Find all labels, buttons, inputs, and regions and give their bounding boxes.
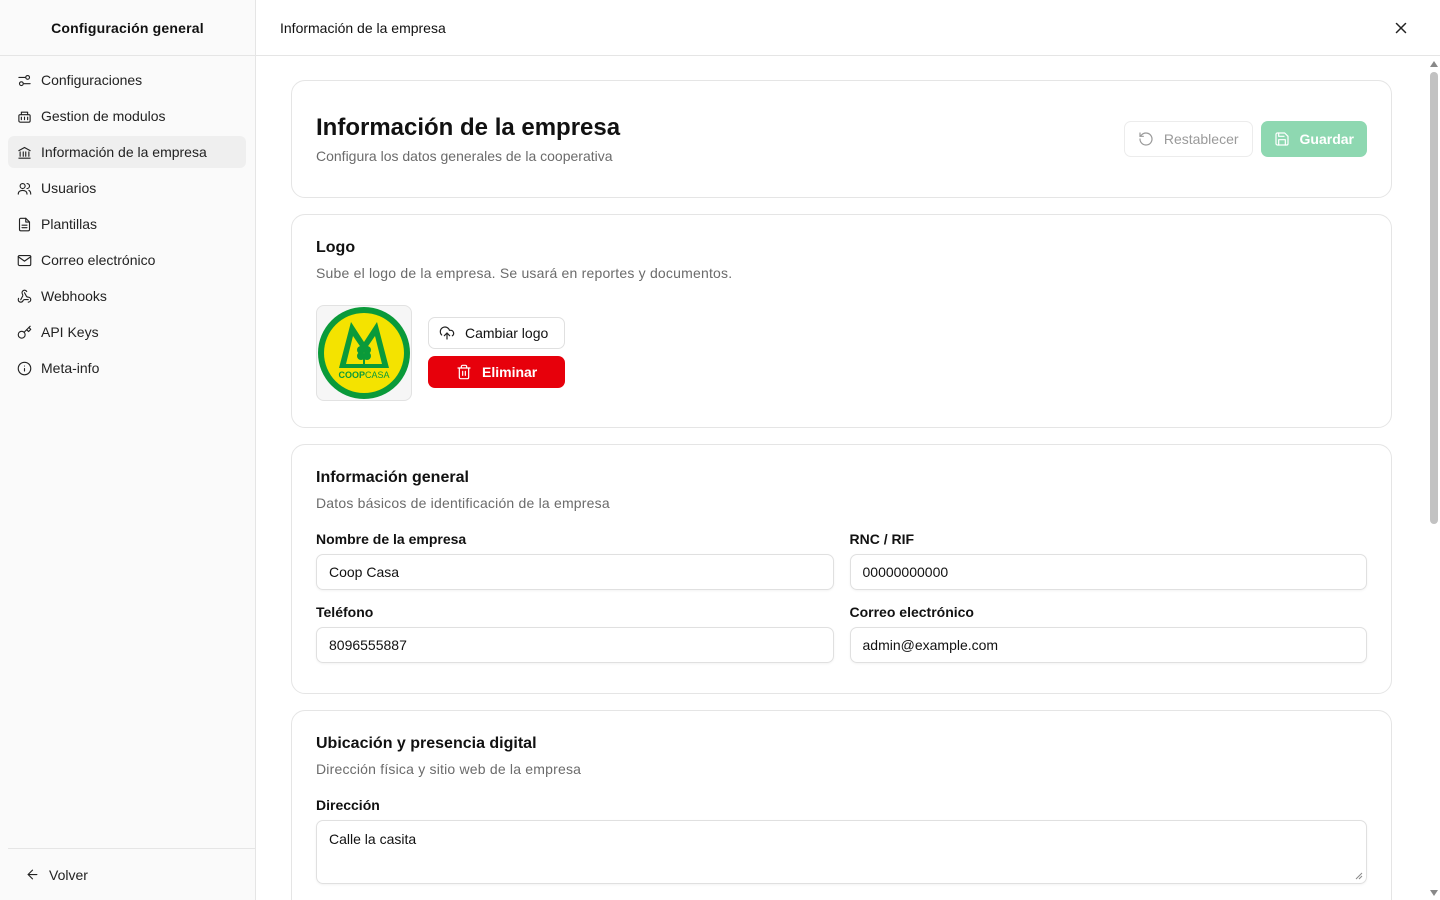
topbar-title: Información de la empresa xyxy=(280,19,446,36)
location-card: Ubicación y presencia digital Dirección … xyxy=(291,710,1392,900)
save-button[interactable]: Guardar xyxy=(1260,121,1367,157)
sidebar-item-plantillas[interactable]: Plantillas xyxy=(8,208,246,240)
sidebar-item-api-keys[interactable]: API Keys xyxy=(8,316,246,348)
email-input[interactable]: admin@example.com xyxy=(849,627,1367,663)
webhook-icon xyxy=(16,288,32,304)
sidebar-item-meta-info[interactable]: Meta-info xyxy=(8,352,246,384)
company-name-label: Nombre de la empresa xyxy=(316,531,467,547)
sidebar-item-correo[interactable]: Correo electrónico xyxy=(8,244,246,276)
info-icon xyxy=(16,360,32,376)
back-button[interactable]: Volver xyxy=(16,859,254,891)
address-label: Dirección xyxy=(316,797,380,813)
company-logo: COOPCASA xyxy=(316,305,412,401)
sidebar-footer: Volver xyxy=(8,848,255,900)
sidebar-item-webhooks[interactable]: Webhooks xyxy=(8,280,246,312)
sidebar-item-label: Usuarios xyxy=(41,180,97,196)
back-label: Volver xyxy=(49,866,88,883)
phone-field: Teléfono 8096555887 xyxy=(316,604,834,663)
company-name-field: Nombre de la empresa Coop Casa xyxy=(316,531,834,590)
sidebar-item-usuarios[interactable]: Usuarios xyxy=(8,172,246,204)
reset-button[interactable]: Restablecer xyxy=(1123,121,1253,157)
location-section-subtitle: Dirección física y sitio web de la empre… xyxy=(316,761,582,777)
sliders-icon xyxy=(16,72,32,88)
close-icon xyxy=(1395,22,1407,34)
rnc-label: RNC / RIF xyxy=(849,531,915,547)
general-section-subtitle: Datos básicos de identificación de la em… xyxy=(316,495,610,511)
phone-label: Teléfono xyxy=(316,604,374,620)
phone-input[interactable]: 8096555887 xyxy=(316,627,834,663)
cloud-upload-icon xyxy=(439,326,455,340)
mail-icon xyxy=(16,252,32,268)
address-textarea[interactable]: Calle la casita xyxy=(316,820,1367,884)
address-field: Dirección Calle la casita xyxy=(316,797,1367,884)
page-subtitle: Configura los datos generales de la coop… xyxy=(316,148,613,164)
logo-section-subtitle: Sube el logo de la empresa. Se usará en … xyxy=(316,265,733,281)
modules-icon xyxy=(16,108,32,124)
delete-logo-button[interactable]: Eliminar xyxy=(428,356,566,388)
page-title: Información de la empresa xyxy=(316,114,621,141)
delete-logo-label: Eliminar xyxy=(482,364,538,380)
sidebar-item-label: Gestion de modulos xyxy=(41,108,166,124)
logo-card: Logo Sube el logo de la empresa. Se usar… xyxy=(291,214,1392,428)
reset-label: Restablecer xyxy=(1163,131,1239,147)
email-label: Correo electrónico xyxy=(849,604,974,620)
sidebar-item-label: Meta-info xyxy=(41,360,100,376)
sidebar-item-label: Información de la empresa xyxy=(41,144,207,160)
bank-icon xyxy=(16,144,32,160)
scroll-up-arrow-icon[interactable] xyxy=(1430,61,1438,67)
change-logo-button[interactable]: Cambiar logo xyxy=(428,317,566,349)
scroll-down-arrow-icon[interactable] xyxy=(1430,890,1438,896)
page-header-card: Información de la empresa Configura los … xyxy=(291,80,1392,198)
sidebar-item-informacion-empresa[interactable]: Información de la empresa xyxy=(8,136,246,168)
save-label: Guardar xyxy=(1299,131,1354,147)
file-text-icon xyxy=(16,216,32,232)
sidebar-item-label: Plantillas xyxy=(41,216,98,232)
trash-icon xyxy=(457,364,471,380)
sidebar-item-label: Correo electrónico xyxy=(41,252,156,268)
rnc-input[interactable]: 00000000000 xyxy=(849,554,1367,590)
main-content: Información de la empresa Configura los … xyxy=(256,56,1428,900)
arrow-left-icon xyxy=(24,867,40,883)
save-icon xyxy=(1274,132,1289,146)
coop-casa-logo-icon: COOPCASA xyxy=(318,307,410,399)
sidebar-item-label: API Keys xyxy=(41,324,99,340)
location-section-title: Ubicación y presencia digital xyxy=(316,735,537,752)
close-button[interactable] xyxy=(1392,19,1410,37)
general-section-title: Información general xyxy=(316,469,469,486)
svg-text:COOPCASA: COOPCASA xyxy=(338,370,389,380)
sidebar-item-label: Webhooks xyxy=(41,288,107,304)
address-value: Calle la casita xyxy=(329,831,417,847)
change-logo-label: Cambiar logo xyxy=(465,325,549,341)
rotate-ccw-icon xyxy=(1139,132,1153,146)
users-icon xyxy=(16,180,32,196)
sidebar-item-label: Configuraciones xyxy=(41,72,143,88)
sidebar: Configuración general Configuraciones Ge… xyxy=(0,0,256,900)
company-name-input[interactable]: Coop Casa xyxy=(316,554,834,590)
general-info-card: Información general Datos básicos de ide… xyxy=(291,444,1392,694)
key-icon xyxy=(16,324,32,340)
topbar: Información de la empresa xyxy=(256,0,1440,56)
logo-section-title: Logo xyxy=(316,239,356,256)
resize-grip-icon[interactable] xyxy=(1355,872,1363,880)
sidebar-nav: Configuraciones Gestion de modulos Infor… xyxy=(0,56,255,396)
sidebar-item-configuraciones[interactable]: Configuraciones xyxy=(8,64,246,96)
main-scrollbar[interactable] xyxy=(1428,56,1440,900)
sidebar-item-gestion-modulos[interactable]: Gestion de modulos xyxy=(8,100,246,132)
email-field: Correo electrónico admin@example.com xyxy=(849,604,1367,663)
sidebar-title: Configuración general xyxy=(0,0,255,56)
scroll-thumb[interactable] xyxy=(1430,72,1438,524)
rnc-field: RNC / RIF 00000000000 xyxy=(849,531,1367,590)
